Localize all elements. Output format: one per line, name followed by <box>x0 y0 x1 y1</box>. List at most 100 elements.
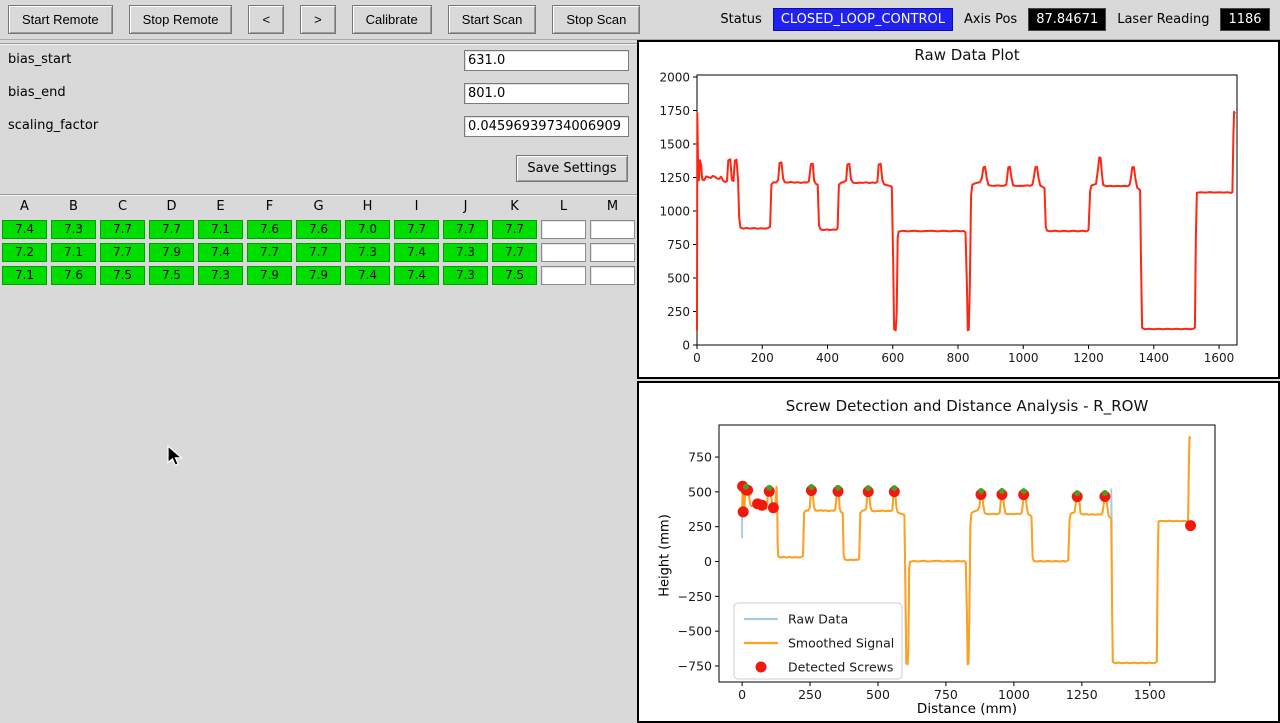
grid-cell-M1[interactable] <box>590 220 635 239</box>
grid-cell-C3[interactable]: 7.5 <box>100 266 145 285</box>
svg-text:0: 0 <box>693 351 701 365</box>
svg-text:2000: 2000 <box>659 71 690 85</box>
grid-cell-H2[interactable]: 7.3 <box>345 243 390 262</box>
svg-text:Smoothed Signal: Smoothed Signal <box>788 636 894 651</box>
grid-cell-A1[interactable]: 7.4 <box>2 220 47 239</box>
screw-detection-plot-panel: Screw Detection and Distance Analysis - … <box>637 381 1280 723</box>
grid-cell-J1[interactable]: 7.7 <box>443 220 488 239</box>
svg-text:0: 0 <box>738 687 746 702</box>
grid-cell-D2[interactable]: 7.9 <box>149 243 194 262</box>
svg-text:750: 750 <box>934 687 958 702</box>
column-header-B: B <box>49 196 98 218</box>
grid-cell-F3[interactable]: 7.9 <box>247 266 292 285</box>
svg-text:1500: 1500 <box>1134 687 1166 702</box>
stop-remote-button[interactable]: Stop Remote <box>129 5 233 34</box>
svg-text:1500: 1500 <box>659 138 690 152</box>
grid-cell-F2[interactable]: 7.7 <box>247 243 292 262</box>
grid-cell-I3[interactable]: 7.4 <box>394 266 439 285</box>
svg-text:400: 400 <box>816 351 839 365</box>
column-header-I: I <box>392 196 441 218</box>
svg-text:1200: 1200 <box>1073 351 1104 365</box>
scaling-factor-field[interactable] <box>464 116 629 137</box>
column-header-F: F <box>245 196 294 218</box>
svg-text:1400: 1400 <box>1139 351 1170 365</box>
column-header-K: K <box>490 196 539 218</box>
x-axis-label: Distance (mm) <box>719 701 1215 717</box>
column-header-G: G <box>294 196 343 218</box>
grid-cell-E1[interactable]: 7.1 <box>198 220 243 239</box>
svg-text:800: 800 <box>947 351 970 365</box>
svg-text:−500: −500 <box>678 624 712 639</box>
grid-cell-J2[interactable]: 7.3 <box>443 243 488 262</box>
svg-text:1600: 1600 <box>1204 351 1235 365</box>
svg-text:1750: 1750 <box>659 104 690 118</box>
svg-text:750: 750 <box>688 450 712 465</box>
bias-start-label: bias_start <box>8 52 71 67</box>
grid-cell-G3[interactable]: 7.9 <box>296 266 341 285</box>
scaling-factor-label: scaling_factor <box>8 118 98 133</box>
grid-cell-E3[interactable]: 7.3 <box>198 266 243 285</box>
svg-text:200: 200 <box>751 351 774 365</box>
grid-cell-A3[interactable]: 7.1 <box>2 266 47 285</box>
grid-cell-L3[interactable] <box>541 266 586 285</box>
grid-cell-D1[interactable]: 7.7 <box>149 220 194 239</box>
svg-text:−250: −250 <box>678 589 712 604</box>
grid-cell-M2[interactable] <box>590 243 635 262</box>
grid-cell-C1[interactable]: 7.7 <box>100 220 145 239</box>
save-settings-button[interactable]: Save Settings <box>516 155 628 182</box>
grid-cell-B1[interactable]: 7.3 <box>51 220 96 239</box>
column-header-L: L <box>539 196 588 218</box>
laser-reading-value: 1186 <box>1220 8 1269 31</box>
grid-cell-D3[interactable]: 7.5 <box>149 266 194 285</box>
column-header-C: C <box>98 196 147 218</box>
grid-cell-K3[interactable]: 7.5 <box>492 266 537 285</box>
svg-text:250: 250 <box>667 305 690 319</box>
bias-end-field[interactable] <box>464 83 629 104</box>
grid-cell-G1[interactable]: 7.6 <box>296 220 341 239</box>
grid-cell-E2[interactable]: 7.4 <box>198 243 243 262</box>
grid-cell-H3[interactable]: 7.4 <box>345 266 390 285</box>
grid-cell-L1[interactable] <box>541 220 586 239</box>
svg-text:600: 600 <box>881 351 904 365</box>
svg-text:500: 500 <box>866 687 890 702</box>
toolbar: Start Remote Stop Remote < > Calibrate S… <box>0 0 1280 40</box>
svg-text:−750: −750 <box>678 658 712 673</box>
svg-text:0: 0 <box>704 554 712 569</box>
start-remote-button[interactable]: Start Remote <box>8 5 113 34</box>
grid-cell-M3[interactable] <box>590 266 635 285</box>
measurement-table: ABCDEFGHIJKLM 7.47.37.77.77.17.67.67.07.… <box>0 196 637 287</box>
svg-text:500: 500 <box>688 484 712 499</box>
jog-left-button[interactable]: < <box>248 5 284 34</box>
grid-cell-L2[interactable] <box>541 243 586 262</box>
svg-text:250: 250 <box>688 519 712 534</box>
stop-scan-button[interactable]: Stop Scan <box>552 5 640 34</box>
calibrate-button[interactable]: Calibrate <box>352 5 432 34</box>
grid-cell-B2[interactable]: 7.1 <box>51 243 96 262</box>
column-header-E: E <box>196 196 245 218</box>
grid-cell-G2[interactable]: 7.7 <box>296 243 341 262</box>
screw-detection-plot: 0250500750100012501500−750−500−250025050… <box>639 383 1278 721</box>
table-row: 7.47.37.77.77.17.67.67.07.77.77.7 <box>0 218 637 241</box>
column-header-J: J <box>441 196 490 218</box>
grid-cell-J3[interactable]: 7.3 <box>443 266 488 285</box>
grid-cell-K2[interactable]: 7.7 <box>492 243 537 262</box>
grid-cell-H1[interactable]: 7.0 <box>345 220 390 239</box>
grid-cell-F1[interactable]: 7.6 <box>247 220 292 239</box>
svg-text:Raw Data: Raw Data <box>788 612 848 627</box>
grid-cell-B3[interactable]: 7.6 <box>51 266 96 285</box>
grid-cell-I2[interactable]: 7.4 <box>394 243 439 262</box>
jog-right-button[interactable]: > <box>300 5 336 34</box>
grid-cell-A2[interactable]: 7.2 <box>2 243 47 262</box>
grid-cell-I1[interactable]: 7.7 <box>394 220 439 239</box>
start-scan-button[interactable]: Start Scan <box>448 5 537 34</box>
bias-end-label: bias_end <box>8 85 66 100</box>
axis-pos-value: 87.84671 <box>1028 8 1106 31</box>
axis-pos-label: Axis Pos <box>964 12 1017 27</box>
grid-cell-C2[interactable]: 7.7 <box>100 243 145 262</box>
svg-text:250: 250 <box>798 687 822 702</box>
svg-text:1000: 1000 <box>1008 351 1039 365</box>
bias-start-field[interactable] <box>464 50 629 71</box>
column-header-A: A <box>0 196 49 218</box>
settings-frame-edge <box>0 43 637 45</box>
grid-cell-K1[interactable]: 7.7 <box>492 220 537 239</box>
